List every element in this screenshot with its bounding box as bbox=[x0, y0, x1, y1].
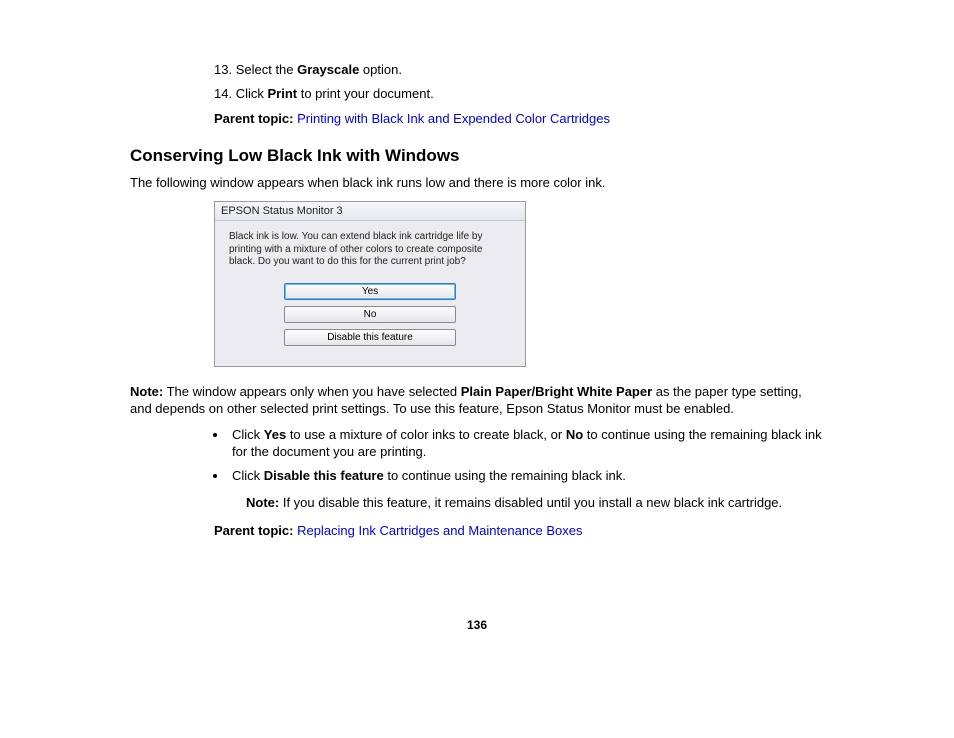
section-heading: Conserving Low Black Ink with Windows bbox=[130, 146, 824, 166]
parent-topic-line: Parent topic: Printing with Black Ink an… bbox=[214, 110, 824, 128]
dialog-screenshot: EPSON Status Monitor 3 Black ink is low.… bbox=[214, 201, 824, 367]
step-text: Select the bbox=[236, 62, 297, 77]
dialog-no-button[interactable]: No bbox=[284, 306, 456, 323]
step-14: 14. Click Print to print your document. bbox=[214, 85, 824, 103]
dialog-yes-button[interactable]: Yes bbox=[284, 283, 456, 300]
step-text: to print your document. bbox=[297, 86, 434, 101]
step-number: 14. bbox=[214, 86, 232, 101]
parent-topic-line: Parent topic: Replacing Ink Cartridges a… bbox=[214, 522, 824, 540]
dialog-titlebar: EPSON Status Monitor 3 bbox=[215, 202, 525, 221]
dialog-body: Black ink is low. You can extend black i… bbox=[215, 221, 525, 366]
bullet-bold: No bbox=[566, 427, 583, 442]
document-page: 13. Select the Grayscale option. 14. Cli… bbox=[0, 0, 954, 632]
bullet-text: to use a mixture of color inks to create… bbox=[286, 427, 566, 442]
page-number: 136 bbox=[130, 618, 824, 632]
step-text: option. bbox=[359, 62, 402, 77]
epson-dialog: EPSON Status Monitor 3 Black ink is low.… bbox=[214, 201, 526, 367]
parent-topic-link[interactable]: Printing with Black Ink and Expended Col… bbox=[297, 111, 610, 126]
note-text: If you disable this feature, it remains … bbox=[279, 495, 782, 510]
bullet-bold: Yes bbox=[264, 427, 286, 442]
step-number: 13. bbox=[214, 62, 232, 77]
bullet-item: Click Disable this feature to continue u… bbox=[228, 467, 824, 512]
dialog-disable-button[interactable]: Disable this feature bbox=[284, 329, 456, 346]
bullet-text: to continue using the remaining black in… bbox=[384, 468, 626, 483]
parent-topic-label: Parent topic: bbox=[214, 111, 297, 126]
parent-topic-label: Parent topic: bbox=[214, 523, 297, 538]
parent-topic-link[interactable]: Replacing Ink Cartridges and Maintenance… bbox=[297, 523, 582, 538]
dialog-message: Black ink is low. You can extend black i… bbox=[229, 231, 511, 269]
step-13: 13. Select the Grayscale option. bbox=[214, 61, 824, 79]
note-prefix: Note: bbox=[246, 495, 279, 510]
bullet-text: Click bbox=[232, 468, 264, 483]
sub-note: Note: If you disable this feature, it re… bbox=[246, 494, 824, 512]
bullet-text: Click bbox=[232, 427, 264, 442]
intro-paragraph: The following window appears when black … bbox=[130, 174, 824, 192]
note-paragraph: Note: The window appears only when you h… bbox=[130, 383, 824, 418]
step-bold: Grayscale bbox=[297, 62, 359, 77]
note-prefix: Note: bbox=[130, 384, 163, 399]
bullet-item: Click Yes to use a mixture of color inks… bbox=[228, 426, 824, 461]
note-text: The window appears only when you have se… bbox=[163, 384, 461, 399]
bullet-bold: Disable this feature bbox=[264, 468, 384, 483]
note-bold: Plain Paper/Bright White Paper bbox=[461, 384, 652, 399]
step-bold: Print bbox=[267, 86, 297, 101]
bullet-list: Click Yes to use a mixture of color inks… bbox=[228, 426, 824, 512]
step-text: Click bbox=[236, 86, 268, 101]
